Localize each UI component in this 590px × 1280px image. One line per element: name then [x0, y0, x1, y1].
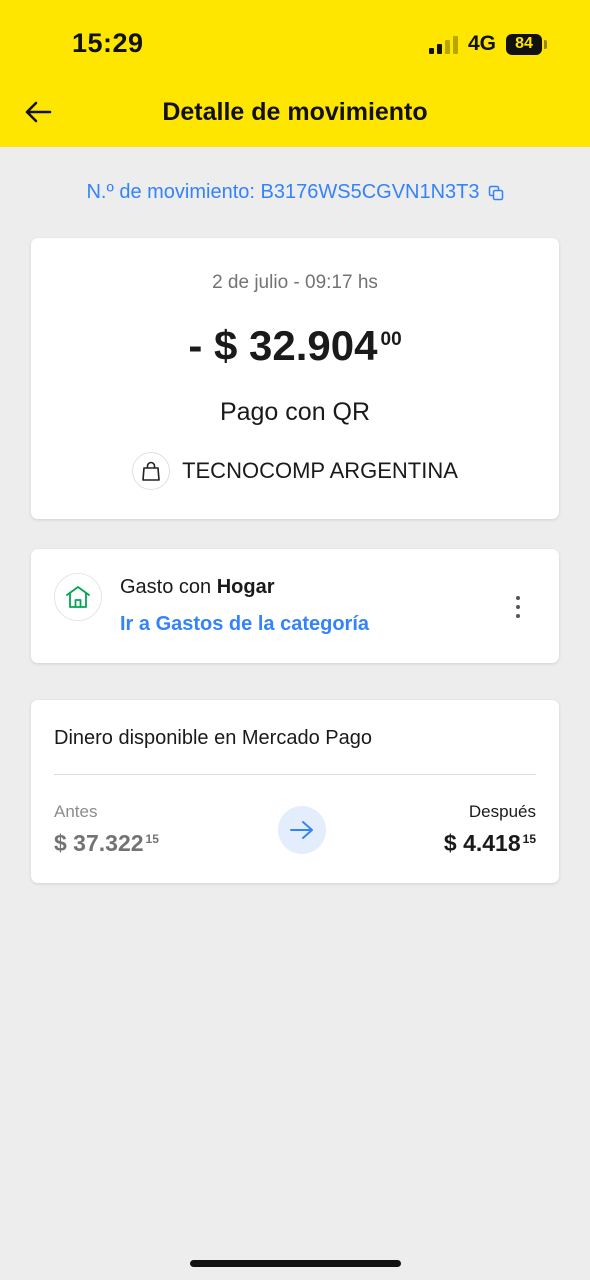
app-header: 15:29 4G 84 Detalle de movimiento	[0, 0, 590, 147]
balance-title: Dinero disponible en Mercado Pago	[54, 727, 372, 749]
before-label: Antes	[54, 802, 98, 821]
divider	[54, 774, 536, 775]
category-name: Hogar	[216, 576, 275, 598]
copy-icon[interactable]	[488, 185, 504, 201]
home-indicator[interactable]	[190, 1260, 401, 1267]
before-amount-main: $ 37.322	[54, 830, 144, 856]
page-title: Detalle de movimiento	[162, 98, 428, 126]
after-amount: $ 4.418 15	[444, 830, 536, 857]
category-text: Gasto con Hogar	[120, 576, 275, 599]
transaction-date: 2 de julio - 09:17 hs	[212, 272, 378, 293]
shopping-bag-icon	[132, 452, 171, 490]
after-amount-main: $ 4.418	[443, 830, 521, 856]
arrow-right-icon	[278, 806, 326, 854]
battery-icon: 84	[506, 33, 547, 55]
more-options-button[interactable]	[506, 592, 530, 622]
category-expenses-link[interactable]: Ir a Gastos de la categoría	[120, 613, 369, 636]
status-icons: 4G 84	[428, 31, 547, 57]
status-time: 15:29	[72, 28, 144, 58]
category-prefix: Gasto con	[120, 576, 212, 598]
merchant-name: TECNOCOMP ARGENTINA	[182, 458, 458, 483]
after-amount-cents: 15	[522, 832, 536, 846]
network-type: 4G	[467, 32, 496, 55]
home-category-icon	[54, 573, 102, 621]
after-label: Después	[468, 802, 536, 821]
amount-main: - $ 32.904	[188, 322, 378, 369]
battery-level: 84	[515, 35, 533, 52]
movement-id-text: N.º de movimiento: B3176WS5CGVN1N3T3	[86, 181, 480, 203]
payment-type: Pago con QR	[219, 398, 371, 426]
signal-icon	[428, 34, 458, 54]
amount-cents: 00	[380, 329, 402, 350]
category-card	[31, 549, 559, 663]
more-vertical-icon	[516, 596, 520, 600]
before-amount: $ 37.322 15	[54, 830, 159, 857]
movement-id[interactable]: N.º de movimiento: B3176WS5CGVN1N3T3	[0, 181, 590, 204]
merchant: TECNOCOMP ARGENTINA	[0, 452, 590, 490]
before-amount-cents: 15	[145, 832, 159, 846]
transaction-amount: - $ 32.904 00	[0, 322, 590, 370]
